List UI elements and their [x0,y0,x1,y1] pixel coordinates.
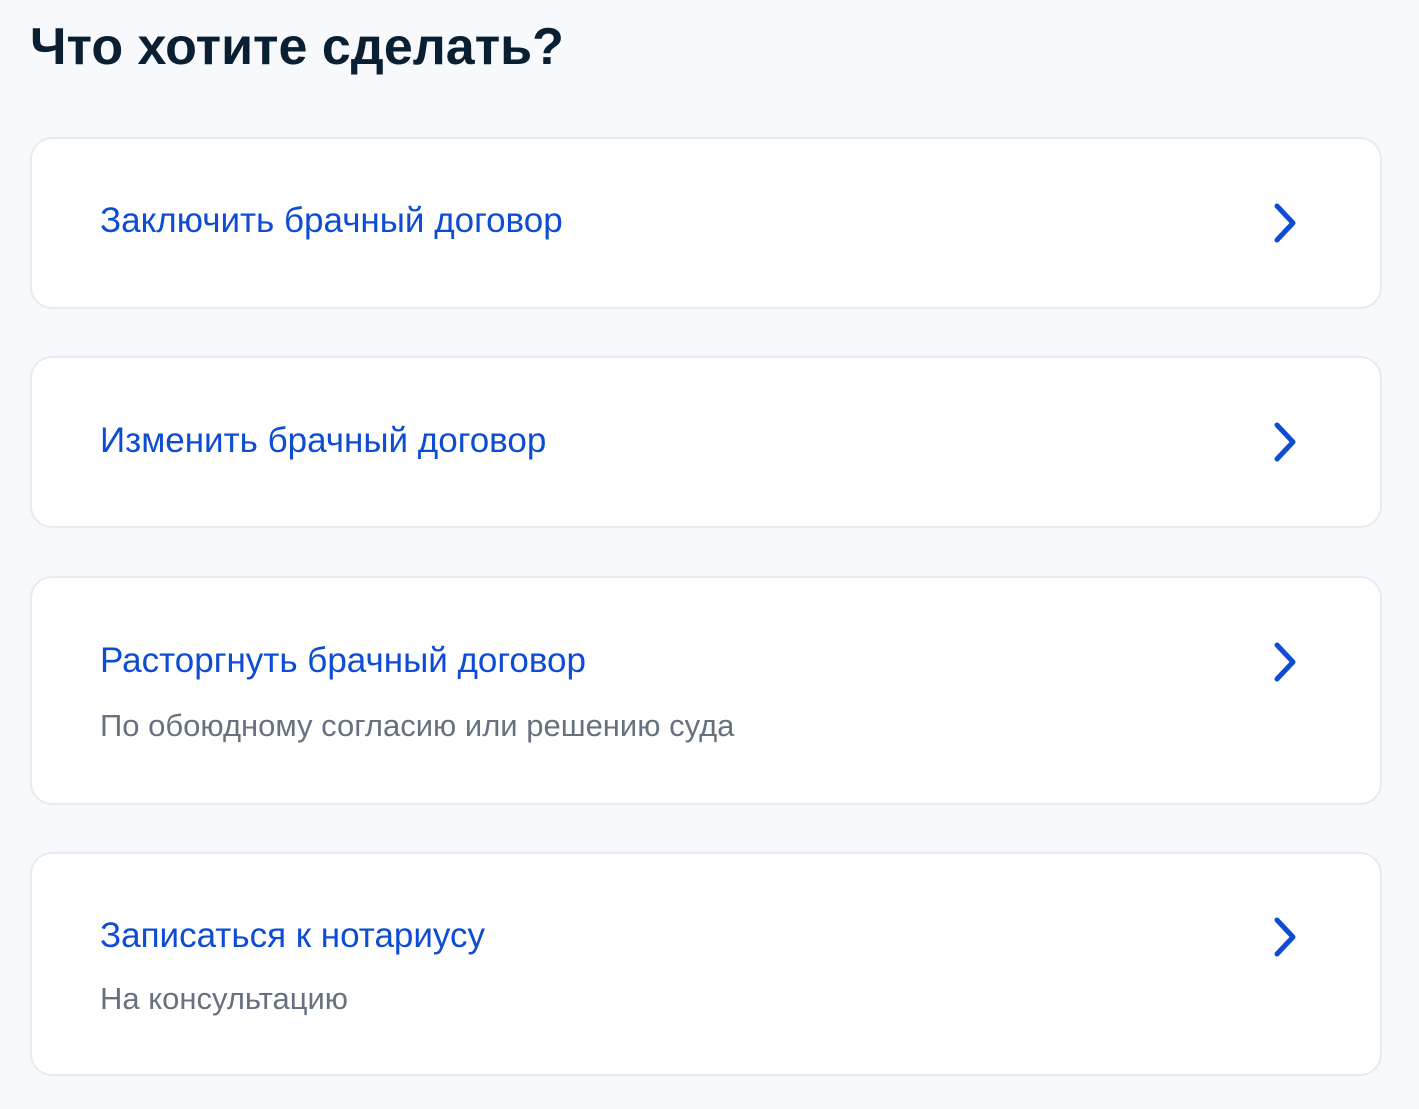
option-conclude-contract[interactable]: Заключить брачный договор [30,137,1382,309]
option-subtitle: На консультацию [100,981,349,1016]
page-title: Что хотите сделать? [30,18,564,76]
page: Что хотите сделать? Заключить брачный до… [0,0,1419,1109]
option-terminate-contract[interactable]: Расторгнуть брачный договор По обоюдному… [30,576,1382,805]
chevron-right-icon [1268,420,1302,464]
chevron-right-icon [1268,201,1302,245]
option-change-contract[interactable]: Изменить брачный договор [30,356,1382,528]
option-title: Расторгнуть брачный договор [100,641,586,680]
option-title: Заключить брачный договор [100,201,563,240]
option-notary-appointment[interactable]: Записаться к нотариусу На консультацию [30,852,1382,1076]
option-subtitle: По обоюдному согласию или решению суда [100,708,735,743]
chevron-right-icon [1268,640,1302,684]
chevron-right-icon [1268,915,1302,959]
option-title: Изменить брачный договор [100,421,547,460]
option-title: Записаться к нотариусу [100,916,486,955]
